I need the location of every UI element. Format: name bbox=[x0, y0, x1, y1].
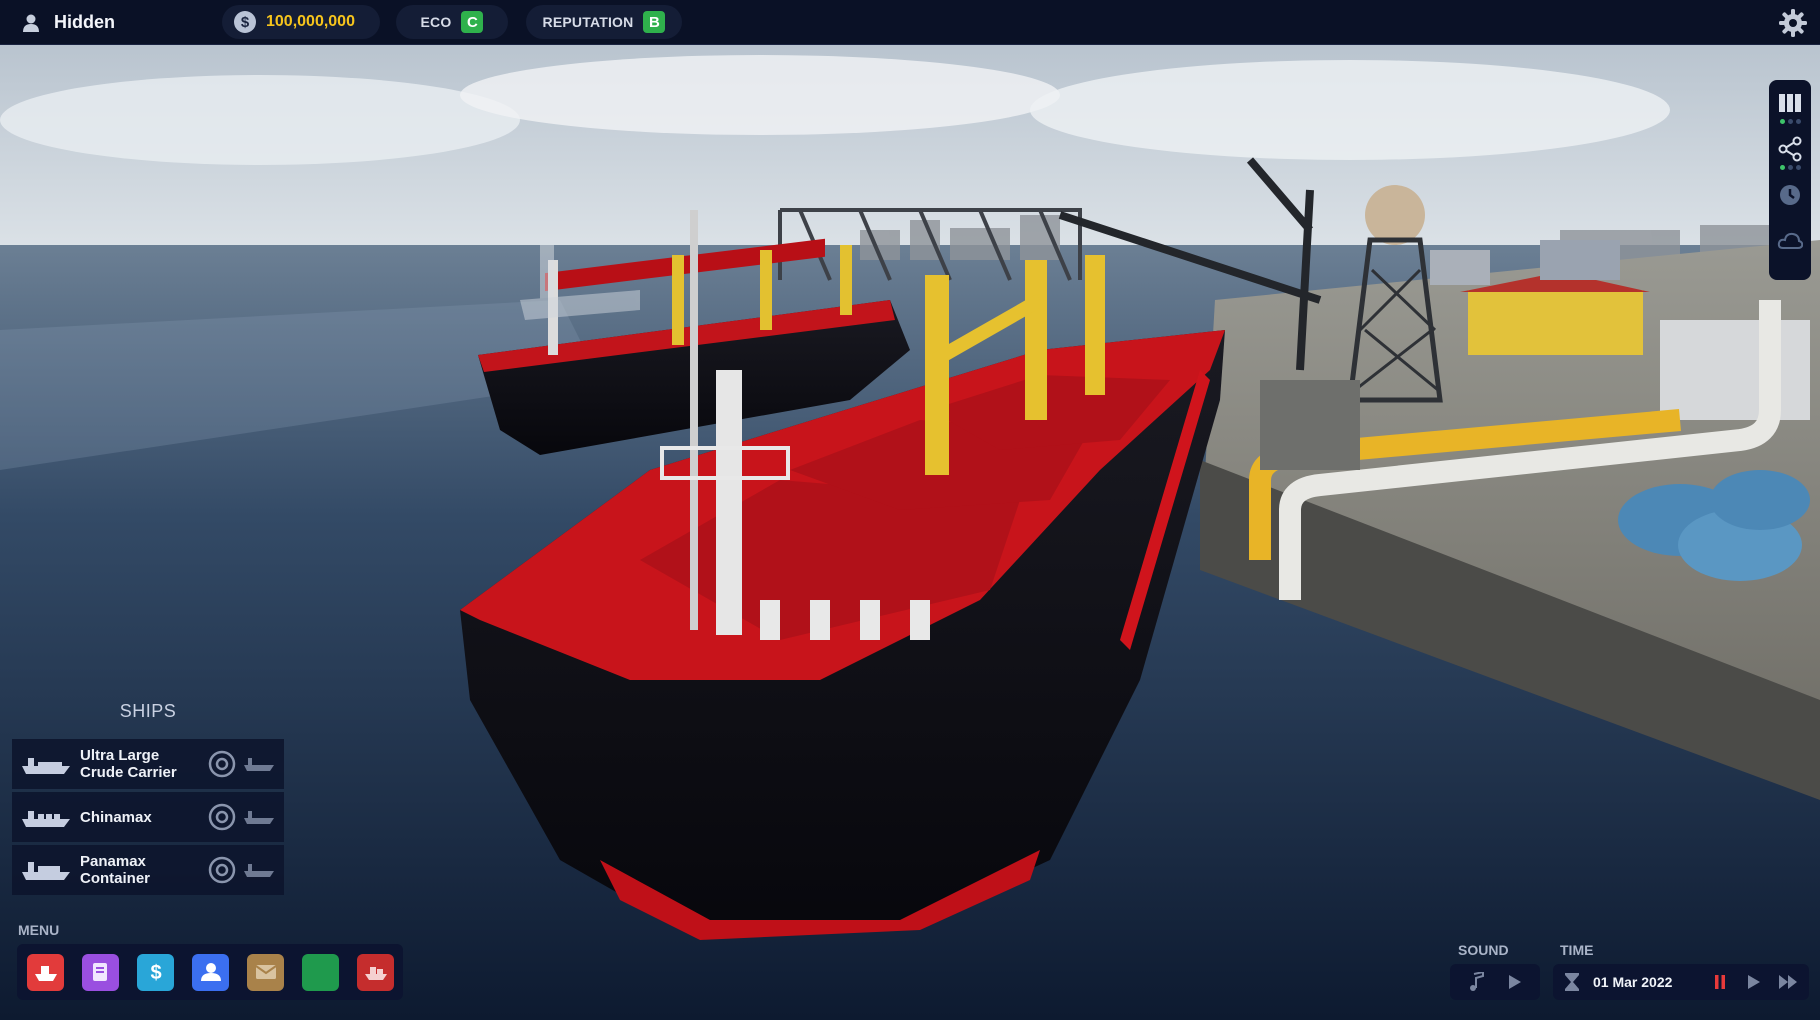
player-name: Hidden bbox=[54, 12, 115, 32]
ships-panel-title: SHIPS bbox=[119, 701, 177, 721]
sound-label: SOUND bbox=[1458, 942, 1509, 958]
play-icon bbox=[1748, 975, 1760, 989]
people-icon bbox=[200, 963, 221, 981]
cloud bbox=[460, 55, 1060, 135]
side-toolbar bbox=[1769, 80, 1811, 280]
current-date: 01 Mar 2022 bbox=[1593, 974, 1673, 990]
status-dots bbox=[1779, 119, 1801, 124]
cloud bbox=[0, 75, 520, 165]
reputation-grade-badge: B bbox=[643, 11, 666, 33]
tanker-ship-icon bbox=[22, 758, 70, 774]
menu-title: MENU bbox=[18, 922, 60, 938]
ships-list: Ultra Large Crude Carrier Chinamax Panam… bbox=[12, 739, 284, 898]
clock-icon bbox=[1780, 185, 1800, 205]
deck-crane bbox=[925, 275, 949, 475]
settings-gear-icon[interactable] bbox=[1778, 8, 1808, 38]
white-warehouse bbox=[1660, 320, 1810, 420]
cloud bbox=[1030, 60, 1670, 160]
menu-bar: $ bbox=[17, 944, 403, 1000]
ship-item-chinamax[interactable]: Chinamax bbox=[12, 792, 284, 842]
menu-button-dock[interactable] bbox=[357, 953, 394, 991]
music-note-icon bbox=[1469, 972, 1484, 991]
network-share-icon bbox=[1778, 136, 1802, 162]
reputation-rating[interactable]: REPUTATION B bbox=[526, 5, 682, 39]
play-button[interactable] bbox=[1743, 971, 1765, 993]
hourglass-icon bbox=[1565, 973, 1579, 991]
money-value: 100,000,000 bbox=[266, 13, 355, 30]
play-icon bbox=[1508, 975, 1521, 989]
side-tool-cloud[interactable] bbox=[1773, 228, 1807, 268]
dollar-coin-icon: $ bbox=[234, 11, 256, 33]
time-controls: 01 Mar 2022 bbox=[1553, 964, 1809, 1000]
side-tool-book[interactable] bbox=[1773, 90, 1807, 130]
book-icon bbox=[1779, 94, 1801, 112]
ship-locate-icon[interactable] bbox=[242, 755, 276, 773]
sound-controls bbox=[1450, 964, 1540, 1000]
menu-button-finance[interactable]: $ bbox=[137, 953, 174, 991]
ship-locate-icon[interactable] bbox=[242, 808, 276, 826]
ship-icon bbox=[34, 966, 57, 981]
container-ship-icon bbox=[22, 862, 70, 880]
pause-button[interactable] bbox=[1709, 971, 1731, 993]
cloud-icon bbox=[1777, 232, 1803, 249]
ship-item-panamax-container[interactable]: Panamax Container bbox=[12, 845, 284, 895]
yellow-warehouse bbox=[1468, 290, 1643, 355]
dollar-icon: $ bbox=[150, 962, 161, 984]
ship-dock-icon bbox=[364, 967, 387, 980]
time-label: TIME bbox=[1560, 942, 1594, 958]
eco-label: ECO bbox=[420, 14, 452, 30]
ship-name: Ultra Large Crude Carrier bbox=[80, 747, 177, 781]
player-profile[interactable]: Hidden bbox=[22, 0, 115, 45]
view-eye-icon[interactable] bbox=[206, 803, 238, 831]
documents-icon bbox=[92, 963, 107, 981]
ship-name: Chinamax bbox=[80, 808, 152, 826]
menu-button-fleet[interactable] bbox=[27, 953, 64, 991]
side-tool-network[interactable] bbox=[1773, 136, 1807, 176]
menu-button-mail[interactable] bbox=[247, 953, 284, 991]
reputation-label: REPUTATION bbox=[542, 14, 634, 30]
fast-forward-button[interactable] bbox=[1777, 971, 1799, 993]
menu-button-staff[interactable] bbox=[192, 953, 229, 991]
pause-icon bbox=[1715, 975, 1725, 989]
sound-play-button[interactable] bbox=[1504, 971, 1526, 993]
water-tank bbox=[1365, 185, 1425, 245]
user-icon bbox=[23, 14, 39, 32]
money-display: $ 100,000,000 bbox=[222, 5, 380, 39]
status-dots bbox=[1779, 165, 1801, 170]
menu-button-blank[interactable] bbox=[302, 953, 339, 991]
view-eye-icon[interactable] bbox=[206, 856, 238, 884]
side-tool-clock[interactable] bbox=[1773, 182, 1807, 222]
ship-name: Panamax Container bbox=[80, 853, 151, 887]
svg-text:$: $ bbox=[150, 962, 161, 984]
fast-forward-icon bbox=[1779, 975, 1797, 989]
view-eye-icon[interactable] bbox=[206, 750, 238, 778]
eco-rating[interactable]: ECO C bbox=[396, 5, 508, 39]
bulk-ship-icon bbox=[22, 811, 70, 827]
ship-locate-icon[interactable] bbox=[242, 861, 276, 879]
menu-button-documents[interactable] bbox=[82, 953, 119, 991]
main-mast bbox=[716, 370, 742, 635]
ship-item-ultra-large-crude-carrier[interactable]: Ultra Large Crude Carrier bbox=[12, 739, 284, 789]
music-note-button[interactable] bbox=[1465, 971, 1487, 993]
mail-icon bbox=[254, 965, 277, 979]
top-bar: Hidden $ 100,000,000 ECO C REPUTATION B bbox=[0, 0, 1820, 45]
eco-grade-badge: C bbox=[461, 11, 484, 33]
